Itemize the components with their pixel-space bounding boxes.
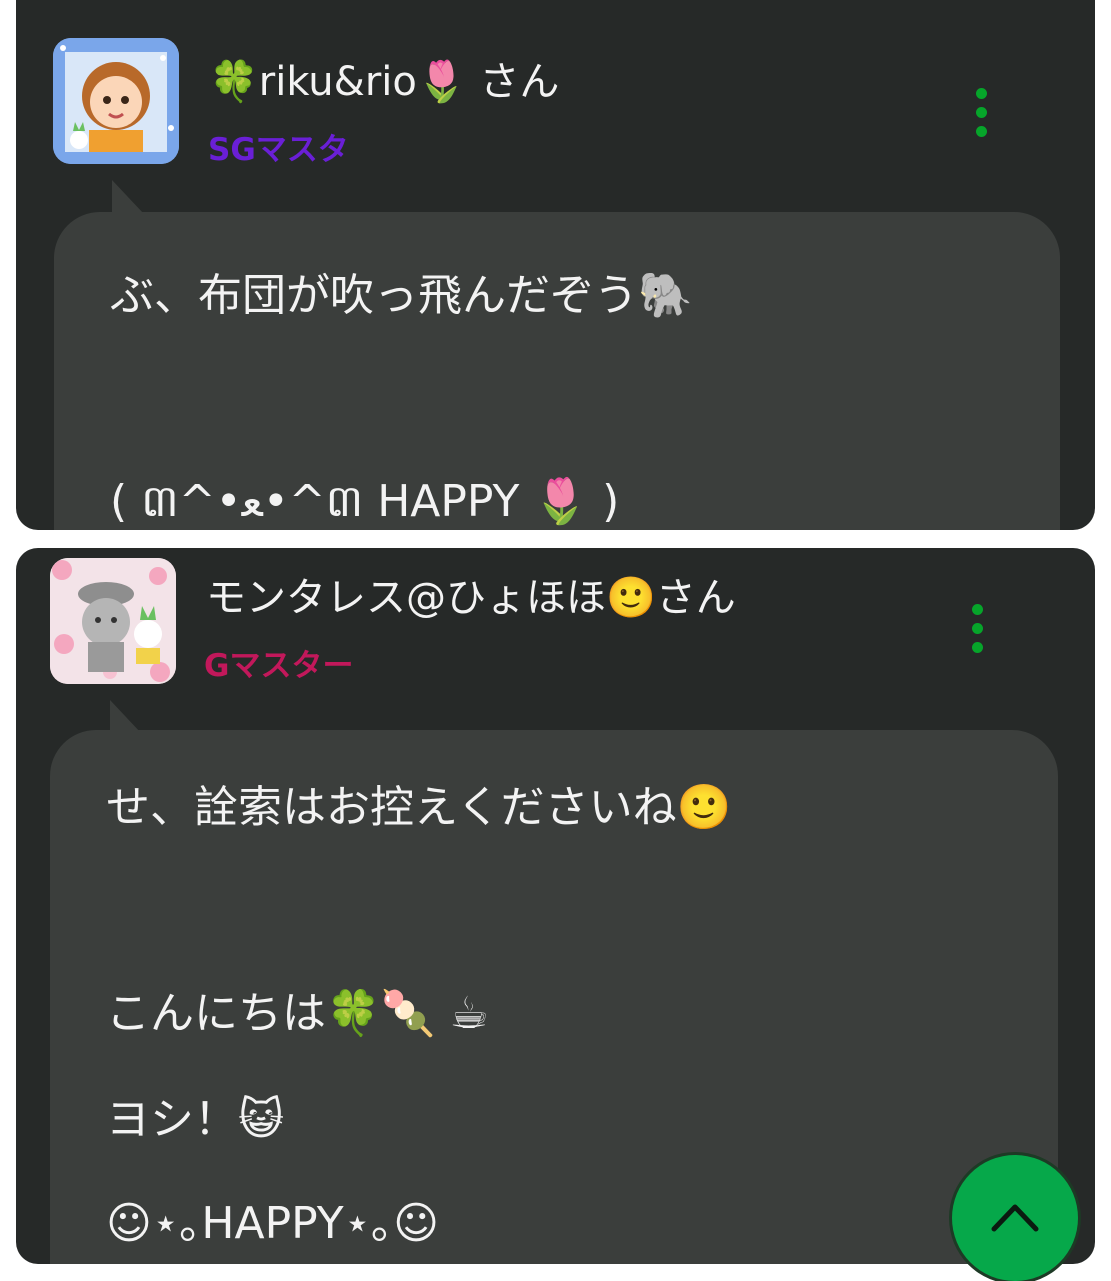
- username[interactable]: 🍀riku&rio🌷 さん: [209, 58, 559, 106]
- chevron-up-icon: [991, 1204, 1039, 1232]
- rank-badge: Gマスター: [204, 648, 354, 684]
- message-line: ぶ、布団が吹っ飛んだぞう🐘: [110, 270, 693, 321]
- kebab-menu-icon[interactable]: [966, 88, 996, 148]
- rank-badge: SGマスタ: [208, 132, 349, 168]
- message-bubble: せ、詮索はお控えくださいね🙂 こんにちは🍀🍡 ☕ ヨシ！😺 ☺⋆｡HAPPY⋆｡…: [50, 730, 1058, 1264]
- avatar[interactable]: [50, 558, 176, 684]
- kebab-menu-icon[interactable]: [962, 604, 992, 664]
- scroll-to-top-button[interactable]: [952, 1155, 1078, 1281]
- avatar[interactable]: [53, 38, 179, 164]
- post-card: モンタレス@ひょほほ🙂さん Gマスター せ、詮索はお控えくださいね🙂 こんにちは…: [16, 548, 1095, 1264]
- message-bubble: ぶ、布団が吹っ飛んだぞう🐘 ( ៣^•ﻌ•^៣ HAPPY 🌷 ): [54, 212, 1060, 530]
- post-card: 🍀riku&rio🌷 さん SGマスタ ぶ、布団が吹っ飛んだぞう🐘 ( ៣^•ﻌ…: [16, 0, 1095, 530]
- bubble-tail: [112, 180, 144, 214]
- username[interactable]: モンタレス@ひょほほ🙂さん: [206, 574, 736, 622]
- message-line: せ、詮索はお控えくださいね🙂: [106, 782, 732, 833]
- message-line: ヨシ！😺: [106, 1094, 284, 1145]
- message-line: ( ៣^•ﻌ•^៣ HAPPY 🌷 ): [110, 476, 620, 527]
- message-line: ☺⋆｡HAPPY⋆｡☺: [106, 1198, 439, 1249]
- bubble-tail: [110, 700, 142, 734]
- message-line: こんにちは🍀🍡 ☕: [106, 988, 490, 1039]
